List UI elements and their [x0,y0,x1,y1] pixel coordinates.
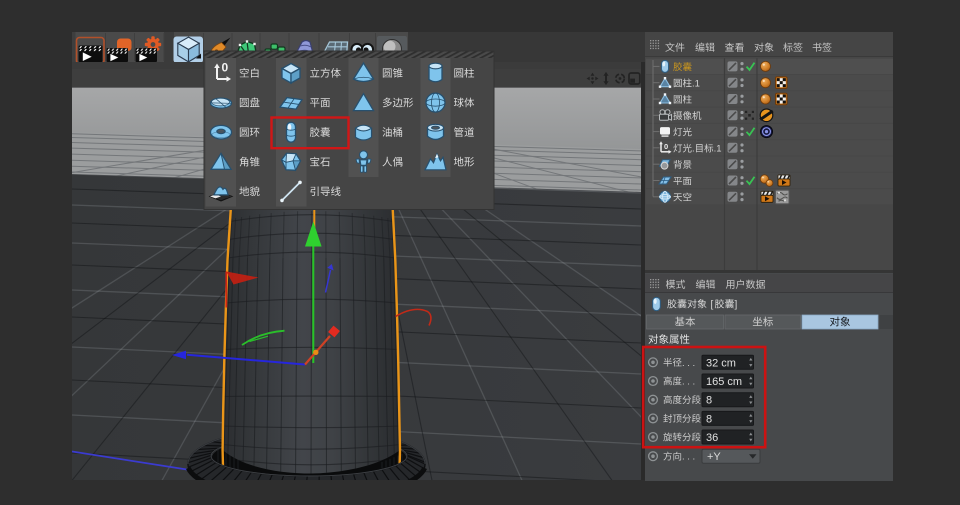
svg-text:8: 8 [706,395,712,407]
svg-text:. . .: . . . [682,452,695,463]
svg-text:]: ] [735,300,738,311]
svg-text:165 cm: 165 cm [706,376,742,388]
svg-text:.1: .1 [692,79,700,90]
svg-text:. . .: . . . [682,377,695,388]
svg-text:[: [ [711,300,714,311]
svg-text:. . .: . . . [682,358,695,369]
svg-text:.1: .1 [714,144,722,155]
svg-text:0: 0 [664,142,668,151]
svg-text:36: 36 [706,432,718,444]
svg-text:0: 0 [222,61,229,75]
svg-text:+Y: +Y [707,451,721,463]
svg-text:8: 8 [706,413,712,425]
svg-text:.: . [692,144,695,155]
svg-text:32 cm: 32 cm [706,357,736,369]
